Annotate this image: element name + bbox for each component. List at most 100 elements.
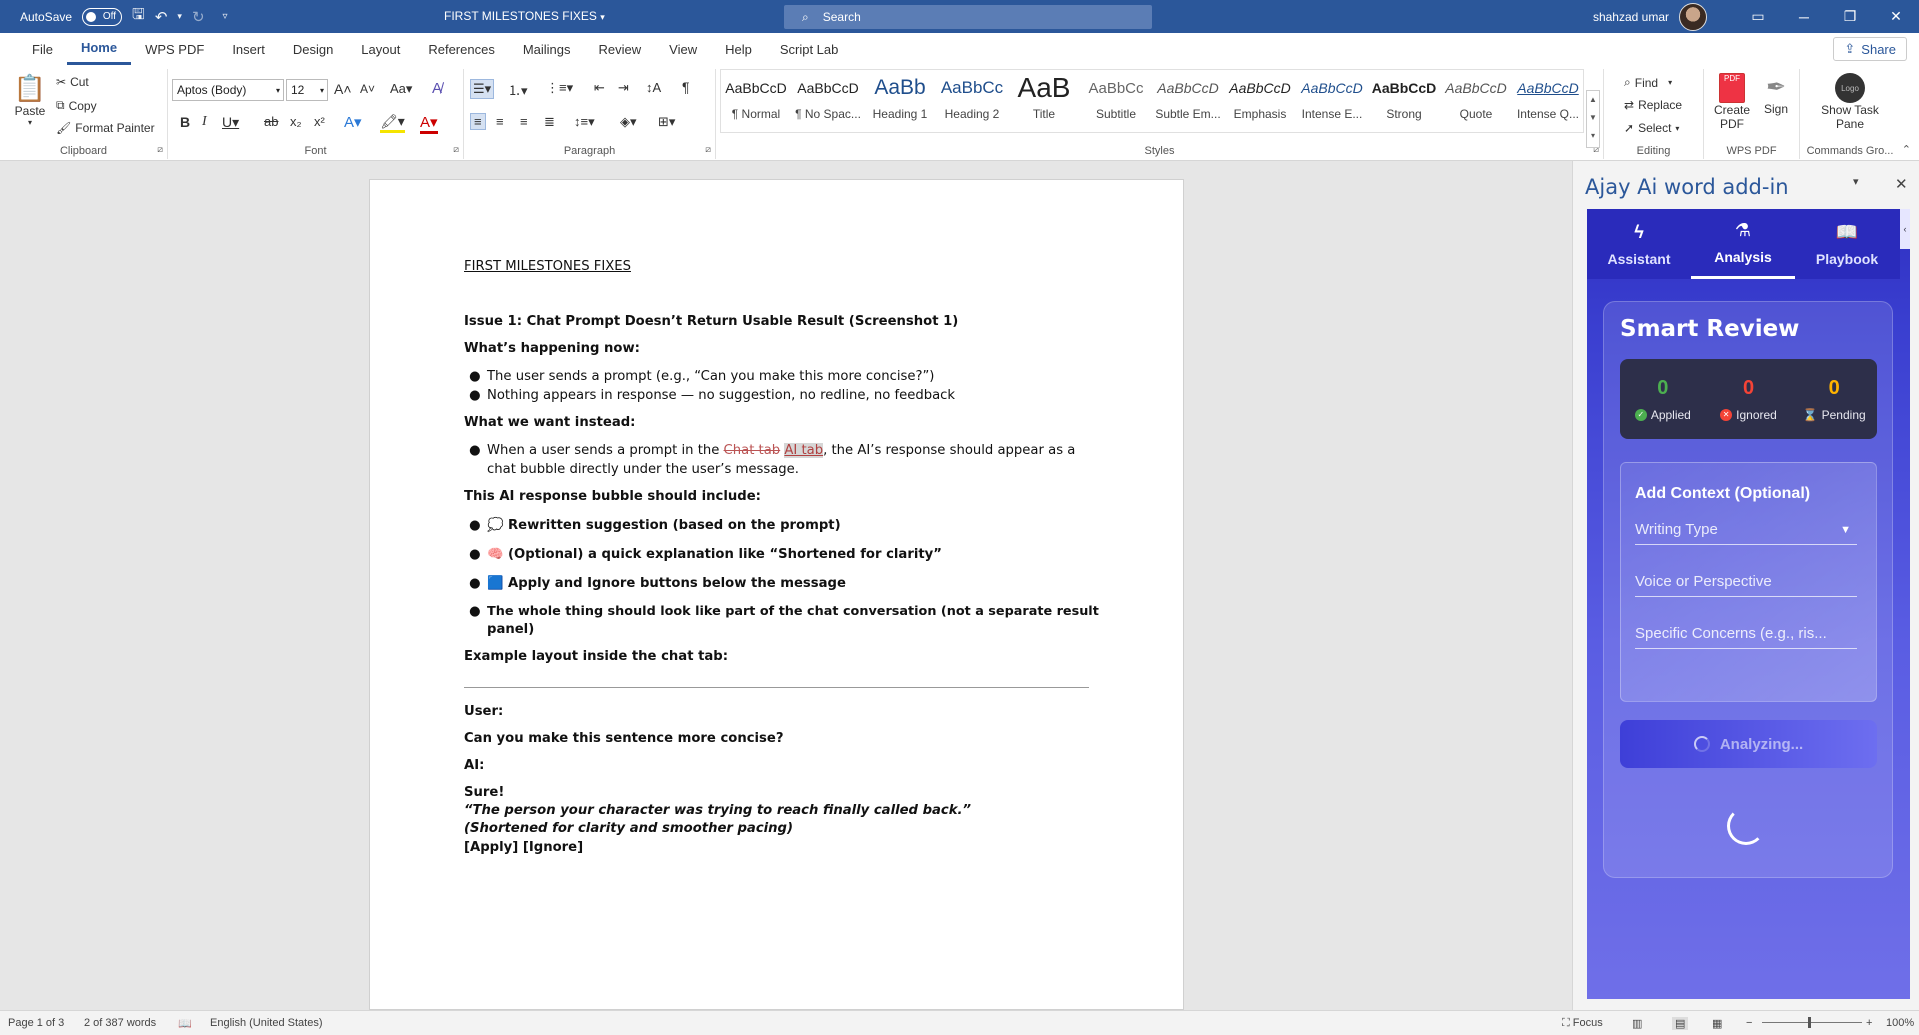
proofing-icon[interactable]: 📖 <box>178 1017 192 1030</box>
zoom-in-icon[interactable]: + <box>1866 1017 1872 1029</box>
print-layout-icon[interactable]: ▤ <box>1672 1017 1689 1030</box>
tracked-insertion[interactable]: AI tab <box>784 443 824 458</box>
ai-note[interactable]: (Shortened for clarity and smoother paci… <box>464 821 793 836</box>
borders-icon[interactable]: ⊞▾ <box>658 114 675 130</box>
justify-icon[interactable]: ≣ <box>544 114 555 130</box>
tab-view[interactable]: View <box>655 33 711 65</box>
user-label[interactable]: User: <box>464 704 503 719</box>
bubble-label[interactable]: This AI response bubble should include: <box>464 489 761 504</box>
close-icon[interactable]: ✕ <box>1873 8 1919 25</box>
ai-sure[interactable]: Sure! <box>464 785 504 800</box>
highlight-icon[interactable]: 🖍▾ <box>380 113 405 133</box>
sign-button[interactable]: ✒ Sign <box>1758 73 1794 116</box>
copy-button[interactable]: ⧉ Copy <box>56 98 97 113</box>
web-layout-icon[interactable]: ▦ <box>1712 1017 1722 1030</box>
undo-dropdown-icon[interactable]: ▾ <box>177 11 182 22</box>
style-title[interactable]: AaB Title <box>1008 69 1080 125</box>
align-right-icon[interactable]: ≡ <box>520 114 528 129</box>
style-heading-1[interactable]: AaBb Heading 1 <box>864 69 936 125</box>
style-intense-quote[interactable]: AaBbCcD Intense Q... <box>1512 69 1584 125</box>
ai-label[interactable]: AI: <box>464 758 484 773</box>
cut-button[interactable]: ✂ Cut <box>56 75 89 89</box>
italic-icon[interactable]: I <box>202 114 207 130</box>
format-painter-button[interactable]: 🖌 Format Painter <box>56 121 155 135</box>
tab-insert[interactable]: Insert <box>218 33 279 65</box>
minimize-icon[interactable]: ─ <box>1781 9 1827 25</box>
show-formatting-icon[interactable]: ¶ <box>682 79 690 95</box>
want-label[interactable]: What we want instead: <box>464 415 635 430</box>
restore-icon[interactable]: ❐ <box>1827 8 1873 25</box>
style-subtitle[interactable]: AaBbCc Subtitle <box>1080 69 1152 125</box>
zoom-out-icon[interactable]: − <box>1746 1017 1752 1029</box>
numbering-icon[interactable]: ⒈▾ <box>508 80 528 99</box>
page-count[interactable]: Page 1 of 3 <box>8 1017 64 1029</box>
ribbon-display-icon[interactable]: ▭ <box>1735 8 1781 25</box>
find-button[interactable]: ⌕ Find ▾ <box>1624 75 1672 90</box>
style-normal[interactable]: AaBbCcD ¶ Normal <box>720 69 792 125</box>
tab-playbook[interactable]: 📖 Playbook <box>1795 209 1899 279</box>
paste-button[interactable]: 📋 Paste ▾ <box>12 73 48 127</box>
replace-button[interactable]: ⇄ Replace <box>1624 98 1682 112</box>
concerns-input[interactable]: Specific Concerns (e.g., ris... <box>1635 619 1857 649</box>
word-count[interactable]: 2 of 387 words <box>84 1017 156 1029</box>
language[interactable]: English (United States) <box>210 1017 323 1029</box>
document-canvas[interactable]: FIRST MILESTONES FIXES Issue 1: Chat Pro… <box>0 161 1572 1010</box>
tab-home[interactable]: Home <box>66 33 132 65</box>
style-emphasis[interactable]: AaBbCcD Emphasis <box>1224 69 1296 125</box>
save-icon[interactable]: 🖫 <box>132 4 145 29</box>
tab-review[interactable]: Review <box>585 33 656 65</box>
pane-options-icon[interactable]: ▾ <box>1853 175 1859 188</box>
zoom-level[interactable]: 100% <box>1886 1017 1914 1029</box>
styles-gallery-scroll[interactable]: ▲ ▼ ▾ <box>1586 90 1600 148</box>
focus-button[interactable]: ⛶ Focus <box>1562 1017 1603 1030</box>
bold-icon[interactable]: B <box>180 114 190 130</box>
underline-icon[interactable]: U▾ <box>222 114 239 131</box>
analyze-button[interactable]: Analyzing... <box>1620 720 1877 768</box>
style-subtle-emphasis[interactable]: AaBbCcD Subtle Em... <box>1152 69 1224 125</box>
bullets-icon[interactable]: ☰▾ <box>470 79 495 99</box>
tab-file[interactable]: File <box>18 33 67 65</box>
superscript-icon[interactable]: x² <box>314 114 325 129</box>
font-name-dropdown[interactable]: Aptos (Body) ▾ <box>172 79 284 101</box>
undo-icon[interactable]: ↶ <box>155 8 168 26</box>
zoom-slider[interactable] <box>1762 1022 1862 1023</box>
tab-layout[interactable]: Layout <box>347 33 414 65</box>
user-name[interactable]: shahzad umar <box>1593 10 1669 24</box>
multilevel-list-icon[interactable]: ⋮≡▾ <box>546 80 573 96</box>
dialog-launcher-icon[interactable]: ⧄ <box>157 144 163 155</box>
style-heading-2[interactable]: AaBbCc Heading 2 <box>936 69 1008 125</box>
example-label[interactable]: Example layout inside the chat tab: <box>464 649 728 664</box>
tab-assistant[interactable]: ϟ Assistant <box>1587 209 1691 279</box>
zoom-slider-thumb[interactable] <box>1808 1017 1811 1028</box>
subscript-icon[interactable]: x₂ <box>290 114 302 129</box>
strikethrough-icon[interactable]: ab <box>264 114 278 129</box>
dialog-launcher-icon[interactable]: ⧄ <box>453 144 459 155</box>
ai-quote[interactable]: “The person your character was trying to… <box>464 803 971 818</box>
font-color-icon[interactable]: A▾ <box>420 113 438 134</box>
tab-references[interactable]: References <box>414 33 508 65</box>
close-icon[interactable]: ✕ <box>1895 175 1908 193</box>
tracked-deletion[interactable]: Chat tab <box>724 443 781 458</box>
tab-script-lab[interactable]: Script Lab <box>766 33 853 65</box>
read-mode-icon[interactable]: ▥ <box>1632 1017 1642 1030</box>
issue-title[interactable]: Issue 1: Chat Prompt Doesn’t Return Usab… <box>464 314 958 329</box>
tab-mailings[interactable]: Mailings <box>509 33 585 65</box>
tab-help[interactable]: Help <box>711 33 766 65</box>
grow-font-icon[interactable]: A˄ <box>334 81 352 97</box>
style-no-spacing[interactable]: AaBbCcD ¶ No Spac... <box>792 69 864 125</box>
style-intense-emphasis[interactable]: AaBbCcD Intense E... <box>1296 69 1368 125</box>
avatar[interactable] <box>1679 2 1707 31</box>
tab-wps-pdf[interactable]: WPS PDF <box>131 33 218 65</box>
voice-input[interactable]: Voice or Perspective <box>1635 567 1857 597</box>
clear-formatting-icon[interactable]: A̸ <box>432 80 442 97</box>
share-button[interactable]: ⇪ Share <box>1833 37 1907 61</box>
show-task-pane-button[interactable]: Logo Show Task Pane <box>1814 73 1886 131</box>
font-size-dropdown[interactable]: 12 ▾ <box>286 79 328 101</box>
collapse-ribbon-icon[interactable]: ⌃ <box>1902 143 1911 156</box>
now-label[interactable]: What’s happening now: <box>464 341 640 356</box>
text-effects-icon[interactable]: A▾ <box>344 113 362 131</box>
customize-toolbar-icon[interactable]: ▿ <box>223 11 228 22</box>
document-page[interactable]: FIRST MILESTONES FIXES Issue 1: Chat Pro… <box>369 179 1184 1010</box>
increase-indent-icon[interactable]: ⇥ <box>618 80 629 96</box>
shrink-font-icon[interactable]: A˅ <box>360 82 375 96</box>
